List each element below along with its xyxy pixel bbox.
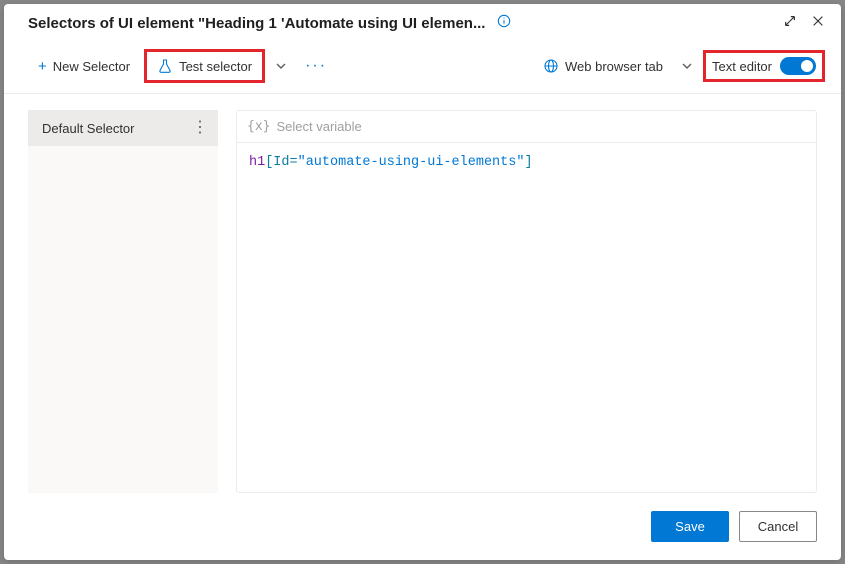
- web-browser-tab-dropdown[interactable]: [675, 54, 699, 78]
- title-bar: Selectors of UI element "Heading 1 'Auto…: [4, 4, 841, 43]
- chevron-down-icon: [681, 60, 693, 72]
- editor-pane: {x} Select variable h1[Id="automate-usin…: [236, 110, 817, 493]
- new-selector-label: New Selector: [53, 59, 130, 74]
- globe-icon: [543, 58, 559, 74]
- flask-icon: [157, 58, 173, 74]
- selector-code-area[interactable]: h1[Id="automate-using-ui-elements"]: [237, 143, 816, 492]
- selector-item-label: Default Selector: [42, 121, 135, 136]
- dialog-footer: Save Cancel: [4, 493, 841, 560]
- code-value: "automate-using-ui-elements": [298, 155, 525, 170]
- web-browser-tab-button[interactable]: Web browser tab: [535, 52, 671, 80]
- body-area: Default Selector ⋮ {x} Select variable h…: [4, 94, 841, 493]
- code-attr-open: [Id=: [265, 155, 297, 170]
- save-button[interactable]: Save: [651, 511, 729, 542]
- code-attr-close: ]: [524, 155, 532, 170]
- info-icon[interactable]: [493, 14, 511, 33]
- text-editor-toggle[interactable]: [780, 57, 816, 75]
- test-selector-button[interactable]: Test selector: [147, 52, 262, 80]
- more-options-button[interactable]: ···: [297, 51, 335, 81]
- selector-item-menu-icon[interactable]: ⋮: [192, 120, 208, 136]
- web-browser-tab-label: Web browser tab: [565, 59, 663, 74]
- plus-icon: +: [38, 59, 47, 74]
- cancel-button[interactable]: Cancel: [739, 511, 817, 542]
- variable-icon: {x}: [247, 119, 270, 134]
- select-variable-placeholder: Select variable: [276, 119, 361, 134]
- selectors-sidebar: Default Selector ⋮: [28, 110, 218, 493]
- expand-icon[interactable]: [783, 14, 797, 33]
- ellipsis-icon: ···: [305, 57, 327, 74]
- code-tag: h1: [249, 155, 265, 170]
- dialog-title: Selectors of UI element "Heading 1 'Auto…: [28, 15, 485, 32]
- new-selector-button[interactable]: + New Selector: [28, 53, 140, 80]
- text-editor-label: Text editor: [712, 59, 772, 74]
- text-editor-highlight: Text editor: [703, 50, 825, 82]
- toolbar: + New Selector Test selector ··· We: [4, 43, 841, 94]
- test-selector-dropdown[interactable]: [269, 54, 293, 78]
- test-selector-label: Test selector: [179, 59, 252, 74]
- select-variable-button[interactable]: {x} Select variable: [237, 111, 816, 143]
- selectors-dialog: Selectors of UI element "Heading 1 'Auto…: [4, 4, 841, 560]
- close-icon[interactable]: [811, 14, 825, 33]
- chevron-down-icon: [275, 60, 287, 72]
- test-selector-highlight: Test selector: [144, 49, 265, 83]
- selector-item-default[interactable]: Default Selector ⋮: [28, 110, 218, 146]
